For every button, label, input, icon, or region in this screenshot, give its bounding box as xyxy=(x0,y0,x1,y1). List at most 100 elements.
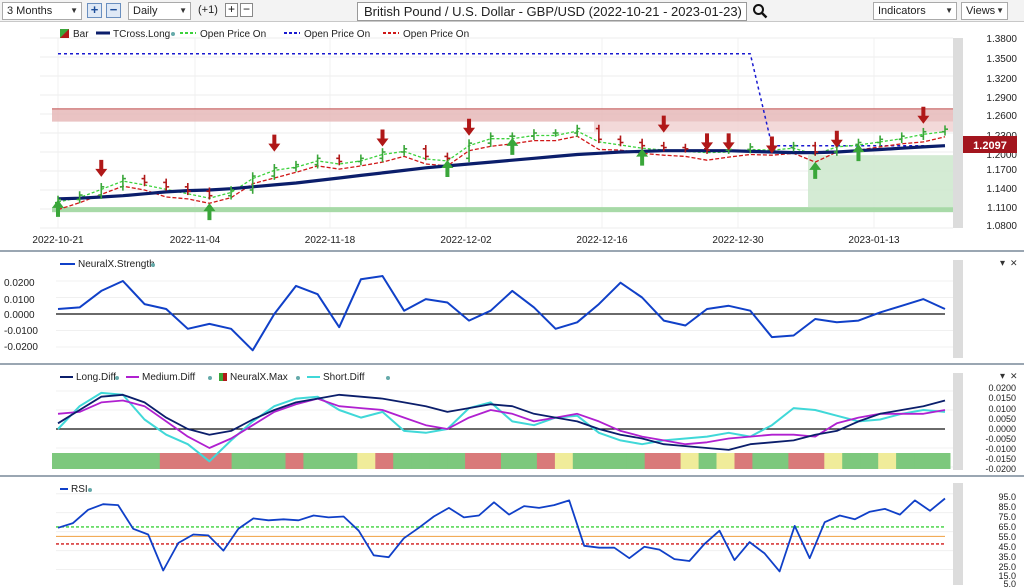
neuralx-max-cell xyxy=(393,453,412,469)
y-tick: -0.0200 xyxy=(4,342,38,353)
neuralx-max-cell xyxy=(195,453,215,469)
x-tick: 2022-11-04 xyxy=(170,235,221,246)
interval-dropdown[interactable]: Daily ▼ xyxy=(128,2,191,20)
neuralx-max-cell xyxy=(501,453,520,469)
panel-close-button[interactable]: ✕ xyxy=(1010,258,1018,268)
y-tick: 0.0000 xyxy=(4,310,35,321)
neuralx-max-cell xyxy=(483,453,502,469)
neuralx-max-cell xyxy=(842,453,861,469)
y-tick: 55.0 xyxy=(998,532,1016,542)
legend-item: TCross.Long xyxy=(113,29,170,40)
rsi-panel: 95.0 85.0 75.0 65.0 55.0 45.0 35.0 25.0 … xyxy=(0,479,1024,587)
offset-minus-button[interactable]: − xyxy=(240,3,253,17)
rsi-scrollbar[interactable] xyxy=(953,483,963,585)
neuralx-max-cell xyxy=(70,453,89,469)
y-tick: -0.0100 xyxy=(985,444,1016,454)
toolbar: 3 Months ▼ + − Daily ▼ (+1) + − British Po… xyxy=(0,0,1024,22)
symbol-title-input[interactable]: British Pound / U.S. Dollar - GBP/USD (2… xyxy=(357,2,747,21)
neuralx-max-cell xyxy=(429,453,448,469)
chevron-down-icon: ▼ xyxy=(945,6,953,15)
period-dropdown[interactable]: 3 Months ▼ xyxy=(2,2,82,20)
resistance-zone-extension xyxy=(594,121,963,132)
support-zone xyxy=(52,207,963,213)
neuralx-max-cell xyxy=(141,453,161,469)
legend-item: Bar xyxy=(73,29,89,40)
neuralx-max-cell xyxy=(590,453,610,469)
x-tick: 2023-01-13 xyxy=(848,235,900,246)
neuralx-max-cell xyxy=(87,453,107,469)
neuralx-max-cell xyxy=(716,453,735,469)
y-tick: 0.0000 xyxy=(988,424,1016,434)
search-icon[interactable] xyxy=(752,3,768,19)
y-tick: 0.0100 xyxy=(988,404,1016,414)
y-tick: -0.0050 xyxy=(985,434,1016,444)
current-price-label: 1.2097 xyxy=(973,140,1007,152)
neuralx-max-cell xyxy=(375,453,394,469)
legend-item: Open Price On xyxy=(403,29,469,40)
price-scrollbar[interactable] xyxy=(953,38,963,228)
zoom-out-button[interactable]: − xyxy=(106,3,121,18)
chevron-down-icon: ▼ xyxy=(70,6,78,15)
legend-item: NeuralX.Max xyxy=(230,372,288,383)
neuralx-max-cell xyxy=(788,453,807,469)
rsi-chart[interactable]: 95.0 85.0 75.0 65.0 55.0 45.0 35.0 25.0 … xyxy=(0,479,1024,587)
neuralx-max-cell xyxy=(231,453,251,469)
strength-scrollbar[interactable] xyxy=(953,260,963,358)
y-tick: 1.2600 xyxy=(986,111,1017,122)
x-tick: 2022-12-16 xyxy=(576,235,628,246)
neuralx-max-cell xyxy=(860,453,879,469)
neuralx-max-cell xyxy=(770,453,789,469)
price-panel: 1.3800 1.3500 1.3200 1.2900 1.2600 1.230… xyxy=(0,22,1024,252)
strength-chart[interactable]: 0.0200 0.0100 0.0000 -0.0100 -0.0200 Neu… xyxy=(0,254,1024,363)
neuralx-max-cell xyxy=(896,453,915,469)
y-tick: 45.0 xyxy=(998,542,1016,552)
neuralx-max-cell xyxy=(321,453,340,469)
neuralx-max-cell xyxy=(411,453,430,469)
neuralx-max-cell xyxy=(914,453,933,469)
x-tick: 2022-11-18 xyxy=(305,235,356,246)
neuralx-max-cell xyxy=(806,453,825,469)
rsi-line xyxy=(57,497,946,573)
neuralx-max-cell xyxy=(626,453,646,469)
neuralx-max-cell xyxy=(572,453,592,469)
diff-scrollbar[interactable] xyxy=(953,373,963,470)
y-tick: 1.3200 xyxy=(986,74,1017,85)
indicators-dropdown[interactable]: Indicators ▼ xyxy=(873,2,957,20)
legend-item: Open Price On xyxy=(304,29,370,40)
panel-collapse-button[interactable]: ▾ xyxy=(1000,371,1005,382)
y-tick: 0.0200 xyxy=(988,383,1016,393)
views-dropdown[interactable]: Views ▼ xyxy=(961,2,1008,20)
indicators-label: Indicators xyxy=(878,5,926,17)
y-tick: -0.0100 xyxy=(4,326,38,337)
legend-item: NeuralX.Strength xyxy=(78,259,155,270)
zoom-in-button[interactable]: + xyxy=(87,3,102,18)
y-tick: 0.0200 xyxy=(4,278,35,289)
y-tick: 1.3500 xyxy=(986,54,1017,65)
views-label: Views xyxy=(966,5,996,17)
legend-item: Short.Diff xyxy=(323,372,365,383)
chevron-down-icon: ▼ xyxy=(179,6,187,15)
offset-plus-button[interactable]: + xyxy=(225,3,238,17)
neuralx-max-cell xyxy=(285,453,304,469)
y-tick: 1.2900 xyxy=(986,93,1017,104)
y-tick: 0.0100 xyxy=(4,295,35,306)
x-tick: 2022-12-02 xyxy=(440,235,492,246)
y-tick: 5.0 xyxy=(1003,579,1016,587)
neuralx-max-cell xyxy=(680,453,700,469)
diff-chart[interactable]: 0.0200 0.0150 0.0100 0.0050 0.0000 -0.00… xyxy=(0,367,1024,475)
chevron-down-icon: ▼ xyxy=(996,6,1004,15)
support-zone-extension xyxy=(808,155,963,208)
offset-label: (+1) xyxy=(198,4,218,16)
neuralx-max-cell xyxy=(249,453,269,469)
neuralx-max-cell xyxy=(303,453,322,469)
neuralx-max-cell xyxy=(878,453,897,469)
neuralx-max-cell xyxy=(519,453,538,469)
panel-collapse-button[interactable]: ▾ xyxy=(1000,258,1005,269)
neuralx-max-cell xyxy=(698,453,718,469)
y-tick: -0.0200 xyxy=(985,464,1016,474)
neuralx-max-cell xyxy=(447,453,466,469)
price-chart[interactable]: 1.3800 1.3500 1.3200 1.2900 1.2600 1.230… xyxy=(0,22,1024,250)
panel-close-button[interactable]: ✕ xyxy=(1010,371,1018,381)
neuralx-max-cell xyxy=(105,453,125,469)
short-diff-line xyxy=(57,391,946,463)
